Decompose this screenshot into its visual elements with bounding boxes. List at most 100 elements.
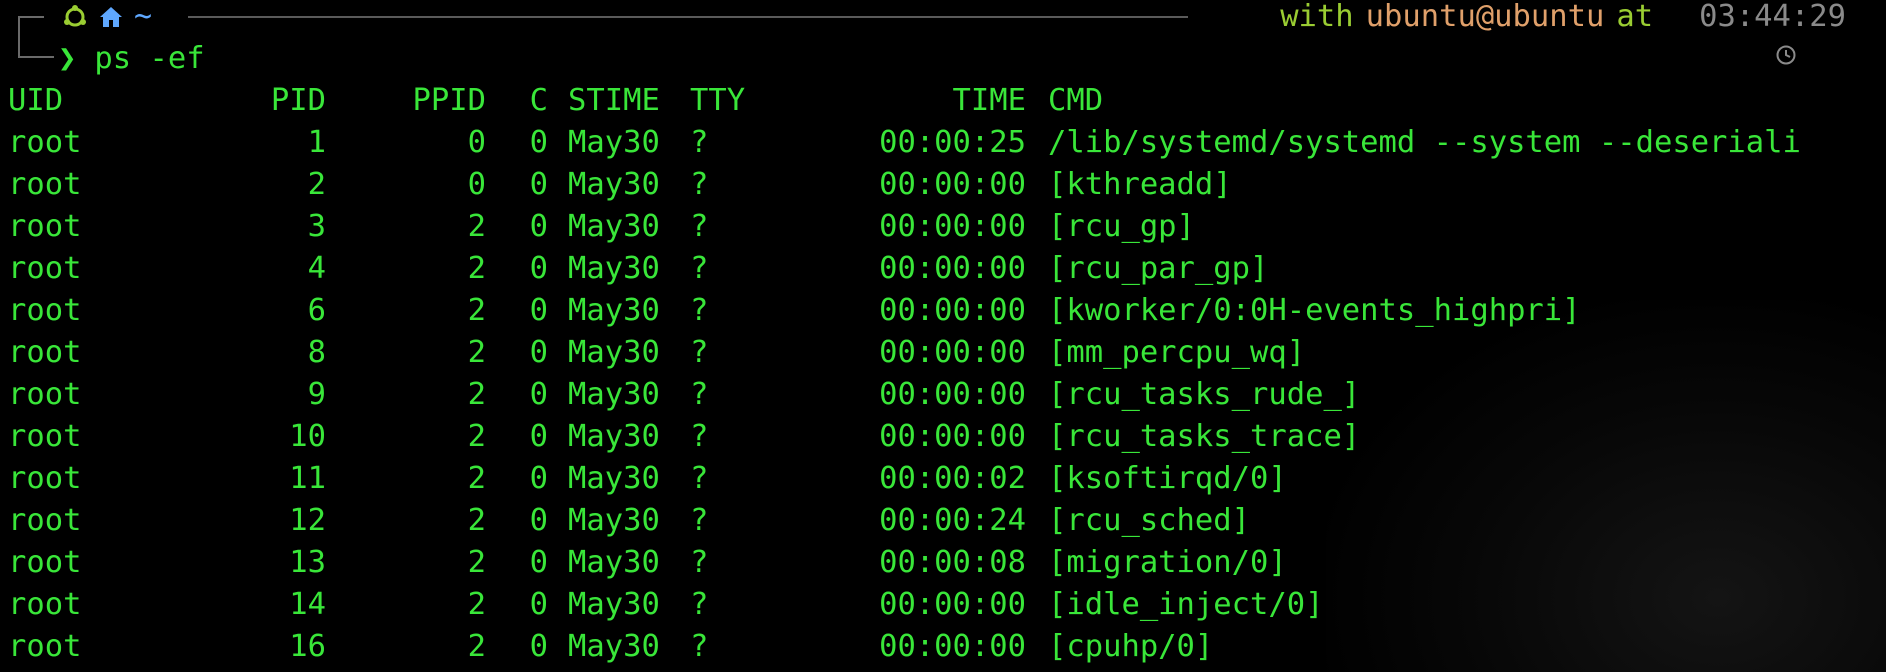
cell-uid: root [8,293,82,328]
table-header-row: UID PID PPID C STIME TTY TIME CMD [8,80,1886,122]
cell-pid: 13 [289,545,326,580]
cell-c: 0 [529,209,548,244]
cell-time: 00:00:02 [879,461,1026,496]
prompt-bracket-bottom [18,56,54,58]
cell-tty: ? [690,629,709,664]
cell-time: 00:00:00 [879,251,1026,286]
cell-stime: May30 [568,419,660,454]
cell-cmd: [ksoftirqd/0] [1048,461,1287,496]
cell-pid: 10 [289,419,326,454]
cell-pid: 4 [307,251,326,286]
cell-ppid: 2 [467,587,486,622]
header-stime: STIME [568,83,660,118]
process-table: UID PID PPID C STIME TTY TIME CMD root 1 0… [8,80,1886,668]
table-row: root 1 0 0 May30? 00:00:25/lib/systemd/system… [8,122,1886,164]
command-line[interactable]: ❯ ps -ef [58,38,205,80]
cell-tty: ? [690,125,709,160]
cell-pid: 9 [307,377,326,412]
table-row: root 16 2 0 May30? 00:00:00 [cpuhp/0] [8,626,1886,668]
prompt-segment-left: ~ [62,0,152,34]
cell-cmd: [mm_percpu_wq] [1048,335,1306,370]
header-tty: TTY [690,83,746,118]
table-row: root 3 2 0 May30? 00:00:00 [rcu_gp] [8,206,1886,248]
cell-tty: ? [690,461,709,496]
cell-stime: May30 [568,209,660,244]
current-directory: ~ [134,0,153,34]
cell-c: 0 [529,335,548,370]
prompt-chevron: ❯ [58,41,77,76]
cell-stime: May30 [568,335,660,370]
cell-cmd: [rcu_par_gp] [1048,251,1269,286]
cell-stime: May30 [568,125,660,160]
cell-stime: May30 [568,503,660,538]
cell-uid: root [8,503,82,538]
cell-tty: ? [690,293,709,328]
cell-stime: May30 [568,167,660,202]
table-row: root 10 2 0 May30? 00:00:00 [rcu_tasks_trace] [8,416,1886,458]
cell-ppid: 2 [467,293,486,328]
home-icon [98,4,124,30]
cell-ppid: 2 [467,251,486,286]
prompt-bracket-top [18,16,44,56]
table-row: root 2 0 0 May30? 00:00:00 [kthreadd] [8,164,1886,206]
prompt-divider [188,16,1188,18]
cell-tty: ? [690,419,709,454]
cell-cmd: [idle_inject/0] [1048,587,1324,622]
cell-uid: root [8,587,82,622]
cell-ppid: 2 [467,377,486,412]
cell-uid: root [8,545,82,580]
cell-cmd: [kthreadd] [1048,167,1232,202]
cell-stime: May30 [568,587,660,622]
table-row: root 8 2 0 May30? 00:00:00 [mm_percpu_wq] [8,332,1886,374]
cell-uid: root [8,377,82,412]
cell-pid: 12 [289,503,326,538]
header-uid: UID [8,83,64,118]
cell-ppid: 2 [467,545,486,580]
table-row: root 9 2 0 May30? 00:00:00 [rcu_tasks_rude_] [8,374,1886,416]
cell-stime: May30 [568,293,660,328]
cell-stime: May30 [568,377,660,412]
cell-uid: root [8,209,82,244]
cell-c: 0 [529,167,548,202]
table-row: root 12 2 0 May30? 00:00:24 [rcu_sched] [8,500,1886,542]
prompt-at-label: at [1616,0,1654,34]
cell-pid: 3 [307,209,326,244]
cell-cmd: [rcu_tasks_trace] [1048,419,1361,454]
cell-c: 0 [529,419,548,454]
cell-pid: 16 [289,629,326,664]
cell-c: 0 [529,251,548,286]
cell-uid: root [8,461,82,496]
cell-time: 00:00:25 [879,125,1026,160]
header-ppid: PPID [412,83,486,118]
cell-tty: ? [690,209,709,244]
cell-c: 0 [529,125,548,160]
table-row: root 13 2 0 May30? 00:00:08 [migration/0] [8,542,1886,584]
cell-c: 0 [529,503,548,538]
table-row: root 6 2 0 May30? 00:00:00 [kworker/0:0H-event… [8,290,1886,332]
header-cmd: CMD [1048,83,1104,118]
cell-uid: root [8,335,82,370]
cell-tty: ? [690,545,709,580]
cell-stime: May30 [568,461,660,496]
cell-stime: May30 [568,629,660,664]
cell-tty: ? [690,251,709,286]
terminal-window[interactable]: ~ with ubuntu@ubuntu at 03:44:29 ❯ ps -ef… [0,0,1886,672]
cell-time: 00:00:00 [879,335,1026,370]
cell-pid: 6 [307,293,326,328]
cell-tty: ? [690,587,709,622]
cell-pid: 1 [307,125,326,160]
cell-time: 00:00:00 [879,629,1026,664]
cell-pid: 11 [289,461,326,496]
cell-cmd: [migration/0] [1048,545,1287,580]
cell-uid: root [8,251,82,286]
cell-ppid: 0 [467,167,486,202]
cell-uid: root [8,419,82,454]
cell-cmd: [kworker/0:0H-events_highpri] [1048,293,1581,328]
cell-pid: 8 [307,335,326,370]
cell-cmd: [rcu_tasks_rude_] [1048,377,1361,412]
cell-tty: ? [690,377,709,412]
table-row: root 4 2 0 May30? 00:00:00 [rcu_par_gp] [8,248,1886,290]
cell-pid: 2 [307,167,326,202]
prompt-time: 03:44:29 [1699,0,1846,34]
cell-tty: ? [690,167,709,202]
